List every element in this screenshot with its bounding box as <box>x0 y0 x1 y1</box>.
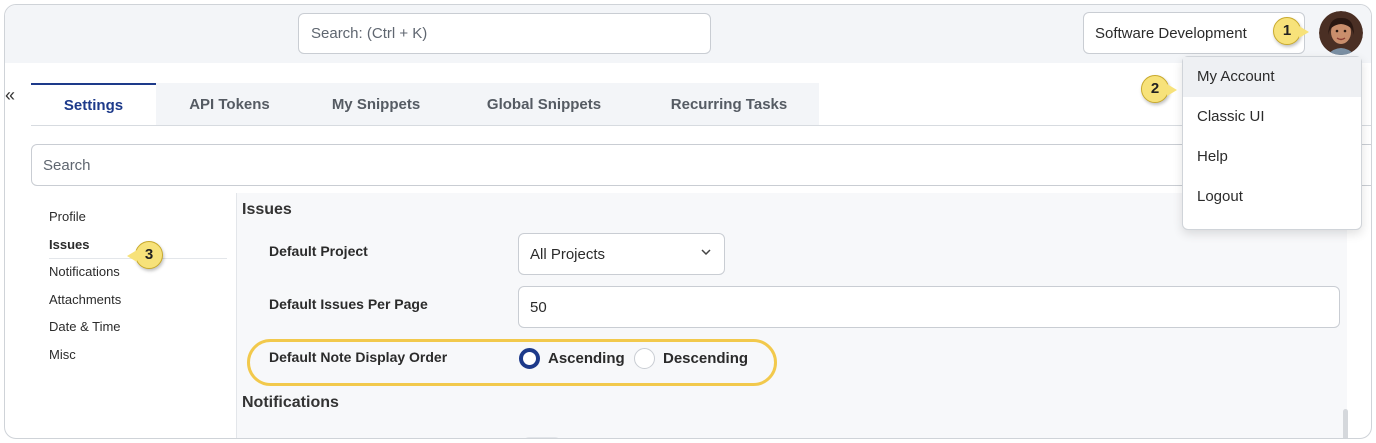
issues-per-page-input[interactable]: 50 <box>518 286 1340 328</box>
menu-item-logout[interactable]: Logout <box>1183 177 1361 217</box>
menu-item-my-account[interactable]: My Account <box>1183 57 1361 97</box>
moon-icon[interactable] <box>1037 23 1057 43</box>
project-switcher[interactable]: Software Development <box>1083 12 1305 54</box>
app-window: Search: (Ctrl + K) Software Development … <box>4 4 1372 439</box>
default-project-select[interactable]: All Projects <box>518 233 725 275</box>
note-order-label: Default Note Display Order <box>269 349 448 365</box>
sidebar-item-attachments[interactable]: Attachments <box>49 288 229 316</box>
sidebar-item-misc[interactable]: Misc <box>49 343 229 371</box>
tab-settings[interactable]: Settings <box>31 83 156 125</box>
sidebar-item-profile[interactable]: Profile <box>49 205 229 233</box>
section-title-notifications: Notifications <box>242 394 339 411</box>
notification-toggle[interactable] <box>523 437 561 438</box>
sidebar-item-date-time[interactable]: Date & Time <box>49 315 229 343</box>
global-search-input[interactable]: Search: (Ctrl + K) <box>298 13 711 54</box>
callout-marker: 1 <box>1273 17 1309 45</box>
collapse-sidebar-icon[interactable]: « <box>5 85 15 106</box>
radio-descending[interactable] <box>634 348 655 369</box>
default-project-label: Default Project <box>269 243 368 259</box>
tabs-divider <box>31 125 1371 126</box>
menu-item-classic-ui[interactable]: Classic UI <box>1183 97 1361 137</box>
settings-sidebar: Profile Issues Notifications Attachments… <box>49 205 229 370</box>
tab-my-snippets[interactable]: My Snippets <box>303 83 449 125</box>
settings-search-input[interactable]: Search <box>31 144 1371 186</box>
callout-marker: 2 <box>1141 75 1177 103</box>
menu-item-help[interactable]: Help <box>1183 137 1361 177</box>
user-avatar[interactable] <box>1319 11 1363 55</box>
chevron-down-icon <box>701 249 711 256</box>
settings-tabs: Settings API Tokens My Snippets Global S… <box>31 83 819 125</box>
radio-label-ascending[interactable]: Ascending <box>548 350 625 367</box>
tab-global-snippets[interactable]: Global Snippets <box>449 83 639 125</box>
issues-per-page-label: Default Issues Per Page <box>269 296 428 312</box>
account-menu: My Account Classic UI Help Logout <box>1182 56 1362 230</box>
callout-marker: 3 <box>127 241 163 269</box>
default-project-value: All Projects <box>530 246 606 263</box>
radio-ascending[interactable] <box>519 348 540 369</box>
section-title-issues: Issues <box>242 201 292 218</box>
radio-label-descending[interactable]: Descending <box>663 350 748 367</box>
tab-recurring-tasks[interactable]: Recurring Tasks <box>639 83 819 125</box>
scrollbar[interactable] <box>1343 409 1348 438</box>
tab-api-tokens[interactable]: API Tokens <box>156 83 303 125</box>
avatar-image <box>1319 11 1363 55</box>
